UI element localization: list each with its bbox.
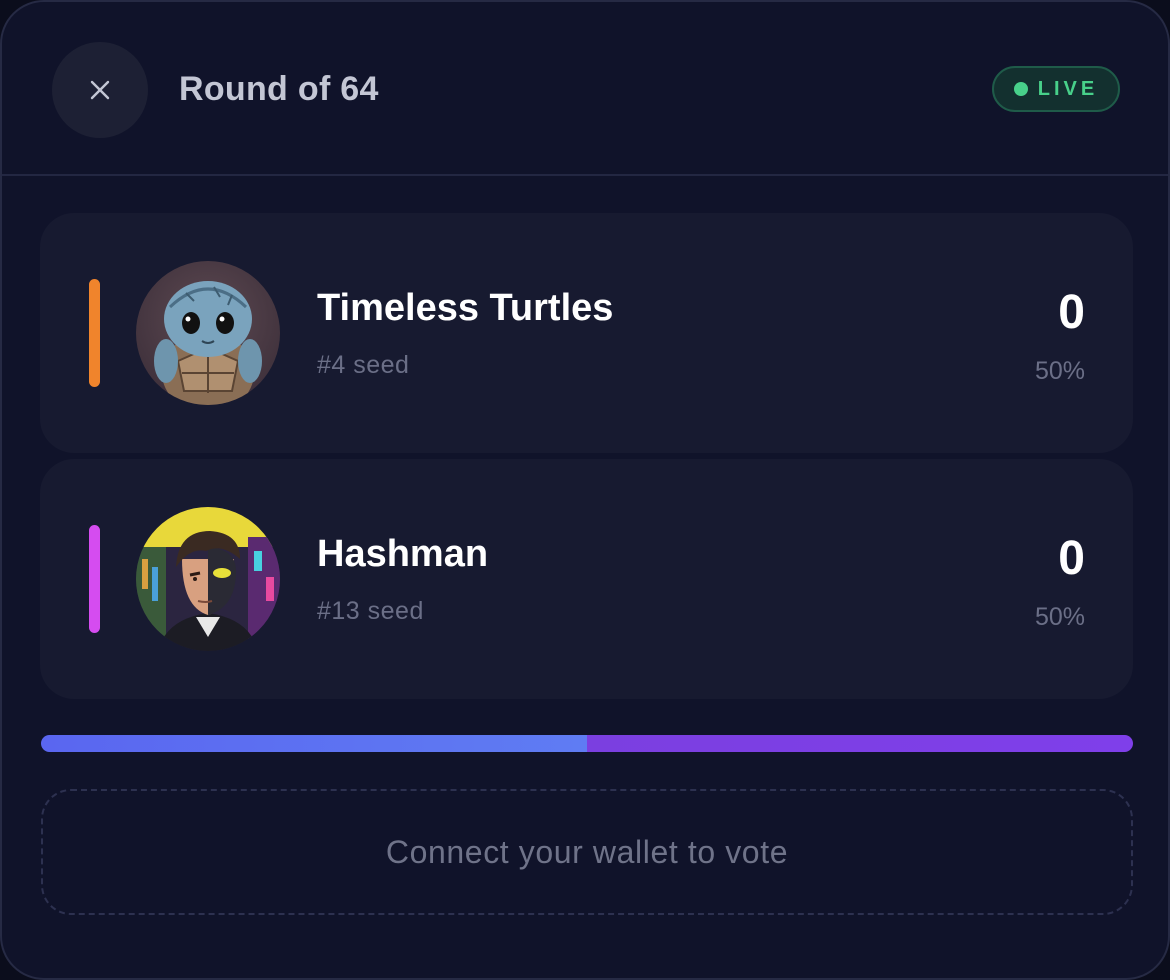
turtle-avatar — [136, 261, 280, 405]
contender-percent: 50% — [1034, 603, 1085, 631]
close-icon — [90, 80, 110, 100]
contender-name: Timeless Turtles — [317, 287, 614, 329]
contender-percent: 50% — [1034, 357, 1085, 385]
panel-header: Round of 64 LIVE — [2, 2, 1168, 176]
contender-seed: #13 seed — [317, 597, 424, 625]
contender-card-hashman[interactable]: Hashman #13 seed 0 50% — [40, 459, 1133, 699]
hashman-avatar — [136, 507, 280, 651]
live-label: LIVE — [1037, 77, 1099, 100]
connect-wallet-button[interactable]: Connect your wallet to vote — [41, 789, 1133, 915]
close-button[interactable] — [52, 42, 148, 138]
live-status-badge: LIVE — [992, 66, 1120, 112]
contender-accent-bar — [89, 525, 100, 633]
vote-share-first-segment — [41, 735, 587, 752]
matchup-panel: Round of 64 LIVE Timeless Turtles #4 see… — [0, 0, 1170, 980]
contender-name: Hashman — [317, 533, 489, 575]
vote-share-bar — [41, 735, 1133, 752]
live-dot-icon — [1013, 82, 1028, 96]
contender-card-timeless-turtles[interactable]: Timeless Turtles #4 seed 0 50% — [40, 213, 1133, 453]
contender-accent-bar — [89, 279, 100, 387]
contender-seed: #4 seed — [317, 351, 410, 379]
contender-votes: 0 — [1058, 532, 1085, 585]
round-title: Round of 64 — [179, 70, 379, 108]
vote-share-second-segment — [587, 735, 1133, 752]
contender-votes: 0 — [1058, 286, 1085, 339]
